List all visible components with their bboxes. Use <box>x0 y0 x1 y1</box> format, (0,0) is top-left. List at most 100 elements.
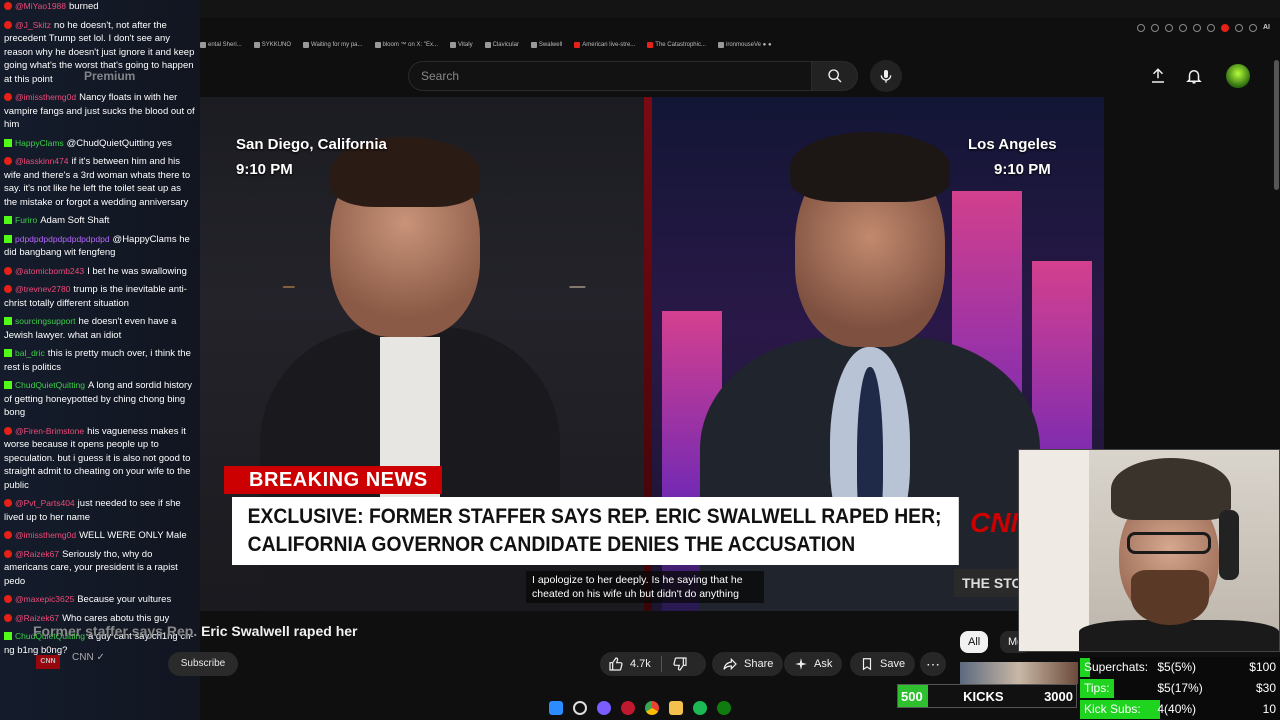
chat-message: @Pvt_Parts404 just needed to see if she l… <box>4 497 196 524</box>
bookmark-item[interactable]: The Catastrophic... <box>647 38 706 52</box>
tips-goal: Tips: $5(17%) $30 <box>1080 678 1280 699</box>
app-icon[interactable] <box>597 701 611 715</box>
voice-search-button[interactable] <box>870 60 902 92</box>
cnn-logo: CNN <box>970 507 1031 538</box>
kick-icon <box>4 349 12 357</box>
chat-username[interactable]: bal_dric <box>15 348 45 358</box>
avatar[interactable] <box>1226 64 1250 88</box>
ai-extension-label[interactable]: AI <box>1263 24 1270 32</box>
extension-icon[interactable] <box>1249 24 1257 32</box>
kicks-goal: 3000 <box>1044 688 1073 704</box>
extension-icon[interactable] <box>1221 24 1229 32</box>
chat-message: HappyClams @ChudQuietQuitting yes <box>4 137 196 151</box>
chat-username[interactable]: @maxepic3625 <box>15 594 74 604</box>
kick-subs-target: 10 <box>1262 702 1276 716</box>
chat-username[interactable]: pdpdpdpdpdpdpdpdpdpd <box>15 234 110 244</box>
windows-start-icon[interactable] <box>549 701 563 715</box>
thumbs-down-icon[interactable] <box>672 656 688 672</box>
extension-icon[interactable] <box>1165 24 1173 32</box>
search-taskbar-icon[interactable] <box>573 701 587 715</box>
extension-icon[interactable] <box>1193 24 1201 32</box>
chat-username[interactable]: HappyClams <box>15 138 64 148</box>
chat-message: pdpdpdpdpdpdpdpdpdpd @HappyClams he did b… <box>4 233 196 260</box>
search-button[interactable] <box>812 61 858 91</box>
folder-icon[interactable] <box>669 701 683 715</box>
chat-message: @maxepic3625 Because your vultures <box>4 593 196 607</box>
bookmark-item[interactable]: ental Sheri... <box>200 38 242 52</box>
chat-text: I bet he was swallowing <box>87 265 187 277</box>
chat-username[interactable]: @Raizek67 <box>15 549 59 559</box>
bookmark-item[interactable]: American live-stre... <box>574 38 635 52</box>
bookmark-item[interactable]: Clavicular <box>484 38 519 52</box>
app-icon[interactable] <box>621 701 635 715</box>
chrome-icon[interactable] <box>645 701 659 715</box>
more-actions-button[interactable]: ⋯ <box>920 652 946 676</box>
chat-message: Furiro Adam Soft Shaft <box>4 214 196 228</box>
chat-username[interactable]: Furiro <box>15 215 37 225</box>
share-label: Share <box>744 658 774 670</box>
chat-message: ChudQuietQuitting A long and sordid histo… <box>4 379 196 420</box>
chat-username[interactable]: @Pvt_Parts404 <box>15 498 75 508</box>
chat-message: @imissthemg0d Nancy floats in with her va… <box>4 91 196 132</box>
youtube-icon <box>4 426 12 435</box>
right-location-time: 9:10 PM <box>994 161 1051 178</box>
chat-text: burned <box>69 1 99 12</box>
left-location-label: San Diego, California 9:10 PM <box>236 136 387 178</box>
kick-icon <box>4 632 12 640</box>
ask-button[interactable]: Ask <box>784 652 843 676</box>
chat-username[interactable]: ChudQuietQuitting <box>15 380 85 390</box>
xbox-icon[interactable] <box>717 701 731 715</box>
spotify-icon[interactable] <box>693 701 707 715</box>
bookmark-star-icon[interactable] <box>1179 24 1187 32</box>
chat-message: @MiYao1988 burned <box>4 0 196 14</box>
chip-all[interactable]: All <box>960 631 989 653</box>
channel-avatar[interactable]: CNN <box>36 655 60 669</box>
kicks-start: 500 <box>901 688 923 704</box>
chat-username[interactable]: @lasskinn474 <box>15 156 69 166</box>
chat-message: @Firen-Brimstone his vagueness makes it w… <box>4 425 196 493</box>
video-title: Former staffer says Rep. Eric Swalwell r… <box>33 623 357 639</box>
bookmark-item[interactable]: ironmouseVe ● ● <box>717 38 772 52</box>
left-location-city: San Diego, California <box>236 136 387 153</box>
youtube-icon <box>4 613 12 622</box>
bookmark-item[interactable]: Vitaly <box>450 38 473 52</box>
extension-icon[interactable] <box>1207 24 1215 32</box>
anchor-hair <box>790 132 950 202</box>
kicks-label: KICKS <box>963 688 1004 704</box>
chat-username[interactable]: @Raizek67 <box>15 613 59 623</box>
kick-icon <box>4 216 12 224</box>
extension-icon[interactable] <box>1151 24 1159 32</box>
breaking-news-banner: BREAKING NEWS <box>224 466 442 494</box>
chat-username[interactable]: @atomicbomb243 <box>15 266 84 276</box>
like-count[interactable]: 4.7k <box>630 652 651 676</box>
video-title-faded: Former staffer says Rep. <box>33 623 198 639</box>
chat-username[interactable]: @Firen-Brimstone <box>15 426 84 436</box>
bookmark-item[interactable]: Waiting for my pa... <box>303 38 363 52</box>
chat-username[interactable]: @trevnev2780 <box>15 284 70 294</box>
recommended-thumbnail[interactable] <box>960 662 1078 684</box>
chat-text: Adam Soft Shaft <box>40 215 110 226</box>
chat-username[interactable]: sourcingsupport <box>15 316 75 326</box>
thumbs-up-icon[interactable] <box>608 656 624 672</box>
create-button[interactable] <box>1146 64 1170 88</box>
bookmark-item[interactable]: SYKKUNO <box>253 38 291 52</box>
page-scrollbar[interactable] <box>1274 60 1279 190</box>
screen: ental Sheri... SYKKUNO Waiting for my pa… <box>0 0 1280 720</box>
bookmark-item[interactable]: Swalwell <box>530 38 562 52</box>
video-player[interactable]: San Diego, California 9:10 PM Los Angele… <box>200 97 1104 611</box>
video-title-main: Eric Swalwell raped her <box>201 623 358 639</box>
chat-username[interactable]: @MiYao1988 <box>15 1 66 11</box>
share-button[interactable]: Share <box>712 652 784 676</box>
save-button[interactable]: Save <box>850 652 916 676</box>
zoom-icon[interactable] <box>1137 24 1145 32</box>
search-input[interactable]: Search <box>408 61 812 91</box>
notifications-button[interactable] <box>1182 64 1206 88</box>
bookmark-item[interactable]: bloom ™ on X: "Ex... <box>374 38 438 52</box>
chat-username[interactable]: @J_Skitz <box>15 20 51 30</box>
subscribe-button[interactable]: Subscribe <box>168 652 238 676</box>
channel-name[interactable]: CNN ✓ <box>72 652 105 663</box>
extension-icon[interactable] <box>1235 24 1243 32</box>
chat-username[interactable]: @imissthemg0d <box>15 530 76 540</box>
chat-username[interactable]: @imissthemg0d <box>15 92 76 102</box>
ask-label: Ask <box>814 658 833 670</box>
